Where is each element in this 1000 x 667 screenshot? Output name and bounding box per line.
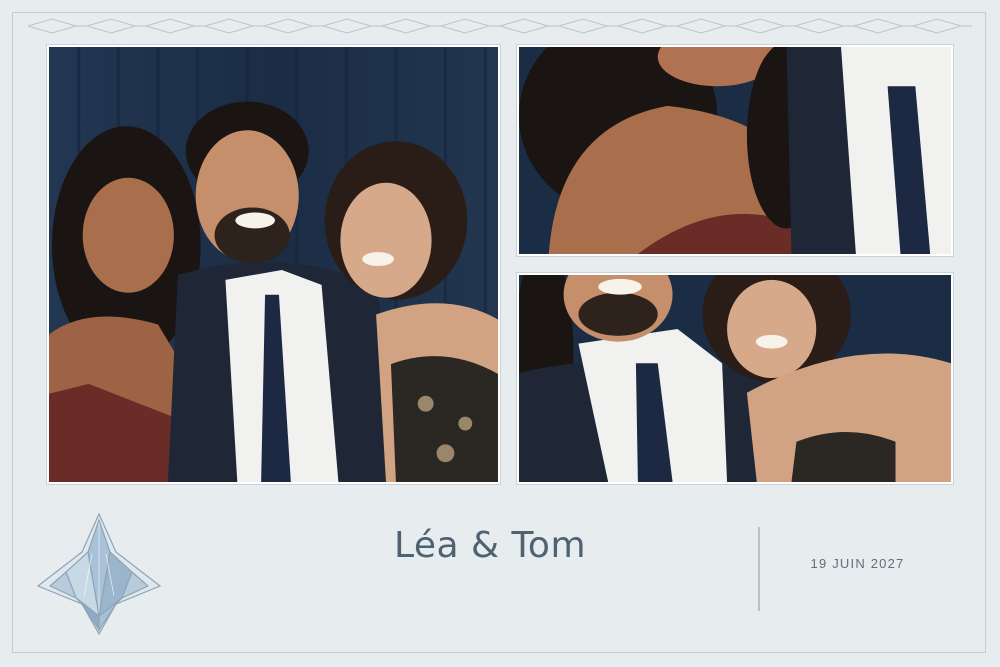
diamond-border-decoration xyxy=(28,18,972,34)
vertical-divider xyxy=(758,527,760,611)
couple-names: Léa & Tom xyxy=(393,525,587,566)
photo-top-right xyxy=(517,45,953,256)
art-deco-crystal-emblem-icon xyxy=(36,512,162,636)
photo-bottom-right xyxy=(517,273,953,484)
event-date: 19 JUIN 2027 xyxy=(810,556,905,571)
photo-main xyxy=(47,45,500,484)
